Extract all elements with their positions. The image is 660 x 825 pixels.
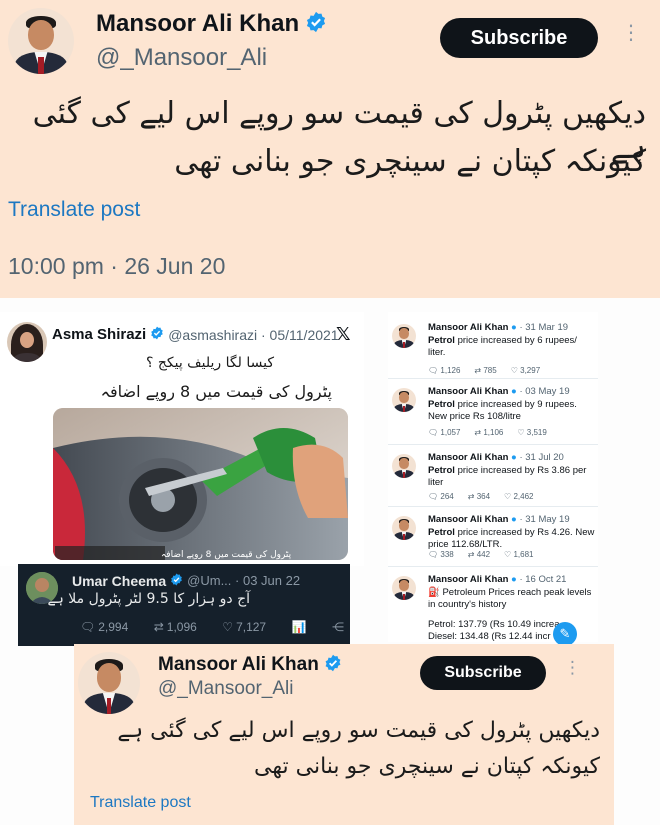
author-avatar[interactable] [78,652,140,714]
mini-date: · 16 Oct 21 [519,574,567,585]
mini-date: · 31 Mar 19 [519,322,569,333]
verified-badge-icon [150,325,164,344]
verified-badge-icon [324,654,342,676]
mini-author-name: Mansoor Ali Khan [428,452,509,463]
translate-post-link[interactable]: Translate post [90,794,191,812]
divider [388,444,598,445]
mini-avatar [392,388,416,412]
umar-name-row: Umar Cheema @Um... · 03 Jun 22 [72,571,300,590]
reply-button[interactable]: 🗨 2,994 [80,620,128,634]
asma-tweet-card: Asma Shirazi @asmashirazi · 05/11/2021 𝕏… [0,312,364,566]
retweet-count: 1,106 [483,428,504,437]
photo-caption: پٹرول کی قیمت میں 8 روپے اضافہ [161,550,292,560]
author-name[interactable]: Mansoor Ali Khan [96,10,299,38]
retweet-count: 785 [483,366,497,375]
reply-count: 264 [440,492,454,501]
umar-name[interactable]: Umar Cheema [72,573,166,589]
asma-text-line2: پٹرول کی قیمت میں 8 روپے اضافہ [100,382,332,401]
share-icon[interactable]: ⋲ [332,620,344,634]
mini-keyword: Petrol [428,527,455,538]
mini-author-name: Mansoor Ali Khan [428,386,509,397]
views-icon[interactable]: 📊 [292,620,307,634]
verified-badge-icon: ● [511,574,517,585]
reply-count: 338 [440,550,454,559]
reply-count: 2,994 [98,620,129,634]
like-count: 3,297 [520,366,541,375]
asma-text-line1: کیسا لگا ریلیف پیکج ؟ [145,355,274,371]
asma-name-row: Asma Shirazi @asmashirazi · 05/11/2021 [52,325,339,344]
reply-icon: 🗨 [80,620,96,634]
mini-keyword: Petrol [428,465,455,476]
top-tweet-card: Mansoor Ali Khan @_Mansoor_Ali Subscribe… [0,0,660,298]
reply-count: 1,126 [440,366,461,375]
heart-icon: ♡ [222,620,234,634]
umar-text: آج دو ہزار کا 9.5 لٹر پٹرول ملا ہے [47,591,250,607]
mini-keyword: Petrol [428,399,455,410]
retweet-icon: ⇄ [153,620,164,634]
mini-date: · 31 May 19 [519,514,570,525]
mini-author-name: Mansoor Ali Khan [428,322,509,333]
tweet-history-list: Mansoor Ali Khan ● · 31 Mar 19 Petrol pr… [388,312,598,642]
verified-badge-icon: ● [511,322,517,333]
like-count: 1,681 [513,550,534,559]
like-button[interactable]: ♡ 7,127 [222,620,266,634]
bottom-tweet-card: Mansoor Ali Khan @_Mansoor_Ali Subscribe… [74,644,614,825]
divider [388,378,598,379]
umar-stats-bar: 🗨 2,994 ⇄ 1,096 ♡ 7,127 📊 ⋲ [80,620,344,634]
mini-author-name: Mansoor Ali Khan [428,514,509,525]
umar-handle-date[interactable]: @Um... · 03 Jun 22 [187,573,300,588]
umar-tweet-card: Umar Cheema @Um... · 03 Jun 22 آج دو ہزا… [18,564,350,646]
list-item[interactable]: Mansoor Ali Khan ● · 03 May 19 Petrol pr… [388,382,598,444]
author-avatar[interactable] [8,8,74,74]
fuel-price-diesel: Diesel: 134.48 (Rs 12.44 incr [428,631,551,642]
mini-date: · 31 Jul 20 [519,452,564,463]
reply-count: 1,057 [440,428,461,437]
retweet-count: 364 [476,492,491,501]
fuel-pump-photo[interactable]: پٹرول کی قیمت میں 8 روپے اضافہ [53,408,348,560]
author-name[interactable]: Mansoor Ali Khan [158,654,319,676]
list-item[interactable]: Mansoor Ali Khan ● · 31 Mar 19 Petrol pr… [388,318,598,380]
tweet-text-line2: کیونکہ کپتان نے سینچری جو بنانی تھی [254,754,600,779]
author-name-row: Mansoor Ali Khan [96,10,327,38]
mini-avatar [392,324,416,348]
mini-avatar [392,516,416,540]
retweet-button[interactable]: ⇄ 1,096 [154,620,197,634]
mini-text: ⛽ Petroleum Prices reach peak levels in … [428,587,592,610]
compose-icon[interactable]: ✎ [553,622,577,646]
list-item[interactable]: Mansoor Ali Khan ● · 31 May 19 Petrol pr… [388,510,598,572]
translate-post-link[interactable]: Translate post [8,198,140,222]
like-count: 2,462 [513,492,534,501]
verified-badge-icon [170,571,183,590]
like-count: 7,127 [236,620,267,634]
more-options-icon[interactable]: ⋮ [564,660,581,677]
mini-avatar [392,454,416,478]
mini-avatar [392,576,416,600]
author-handle[interactable]: @_Mansoor_Ali [96,44,267,72]
verified-badge-icon: ● [511,386,517,397]
tweet-text-line1: دیکھیں پٹرول کی قیمت سو روپے اس لیے کی گ… [117,718,600,743]
asma-avatar[interactable] [7,322,47,362]
more-options-icon[interactable]: ⋮ [621,22,641,42]
retweet-count: 442 [476,550,491,559]
tweet-text-line2: کیونکہ کپتان نے سینچری جو بنانی تھی [174,144,646,179]
author-name-row: Mansoor Ali Khan [158,654,342,676]
subscribe-button[interactable]: Subscribe [420,656,546,690]
verified-badge-icon: ● [511,452,517,463]
asma-name[interactable]: Asma Shirazi [52,326,146,343]
mini-date: · 03 May 19 [519,386,570,397]
subscribe-button[interactable]: Subscribe [440,18,598,58]
tweet-timestamp[interactable]: 10:00 pm · 26 Jun 20 [8,253,225,280]
verified-badge-icon [305,11,327,37]
mini-keyword: Petrol [428,335,455,346]
divider [388,566,598,567]
like-count: 3,519 [526,428,547,437]
x-logo-icon: 𝕏 [336,324,351,345]
divider [388,506,598,507]
retweet-count: 1,096 [166,620,197,634]
author-handle[interactable]: @_Mansoor_Ali [158,678,293,700]
mini-author-name: Mansoor Ali Khan [428,574,509,585]
list-item[interactable]: Mansoor Ali Khan ● · 31 Jul 20 Petrol pr… [388,448,598,510]
verified-badge-icon: ● [511,514,517,525]
asma-handle-date[interactable]: @asmashirazi · 05/11/2021 [168,327,338,343]
